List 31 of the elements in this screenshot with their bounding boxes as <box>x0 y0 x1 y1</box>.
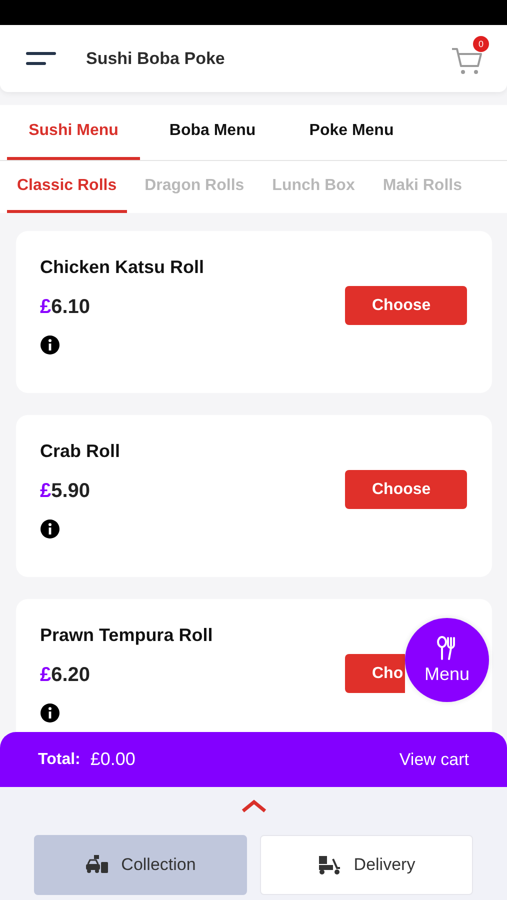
cart-icon[interactable] <box>451 46 483 76</box>
menu-tab[interactable]: Boba Menu <box>146 105 279 160</box>
currency-symbol: £ <box>40 664 52 687</box>
scooter-icon <box>318 855 342 875</box>
cutlery-icon <box>436 636 458 660</box>
currency-symbol: £ <box>40 480 52 503</box>
car-icon <box>85 855 110 875</box>
info-icon[interactable] <box>40 703 60 723</box>
delivery-button[interactable]: Delivery <box>260 835 473 895</box>
choose-button[interactable]: Choose <box>345 286 467 325</box>
total-amount: £0.00 <box>90 749 136 770</box>
menu-tab[interactable]: Poke Menu <box>285 105 418 160</box>
view-cart-link[interactable]: View cart <box>399 750 469 770</box>
menu-icon[interactable] <box>26 50 58 66</box>
item-name: Chicken Katsu Roll <box>40 257 204 278</box>
app-title: Sushi Boba Poke <box>86 48 226 68</box>
cart-count-badge: 0 <box>473 36 489 52</box>
info-icon[interactable] <box>40 335 60 355</box>
currency-symbol: £ <box>40 296 52 319</box>
item-price: 6.10 <box>51 296 90 319</box>
category-tab[interactable]: Classic Rolls <box>7 161 127 213</box>
collection-button[interactable]: Collection <box>34 835 247 895</box>
choose-button[interactable]: Choose <box>345 470 467 509</box>
total-label: Total: <box>38 750 80 768</box>
chevron-up-icon[interactable] <box>240 799 266 813</box>
item-name: Crab Roll <box>40 441 120 462</box>
choose-button[interactable]: Cho <box>345 654 405 693</box>
info-icon[interactable] <box>40 519 60 539</box>
item-price: 6.20 <box>51 664 90 687</box>
item-name: Prawn Tempura Roll <box>40 625 213 646</box>
item-price: 5.90 <box>51 480 90 503</box>
